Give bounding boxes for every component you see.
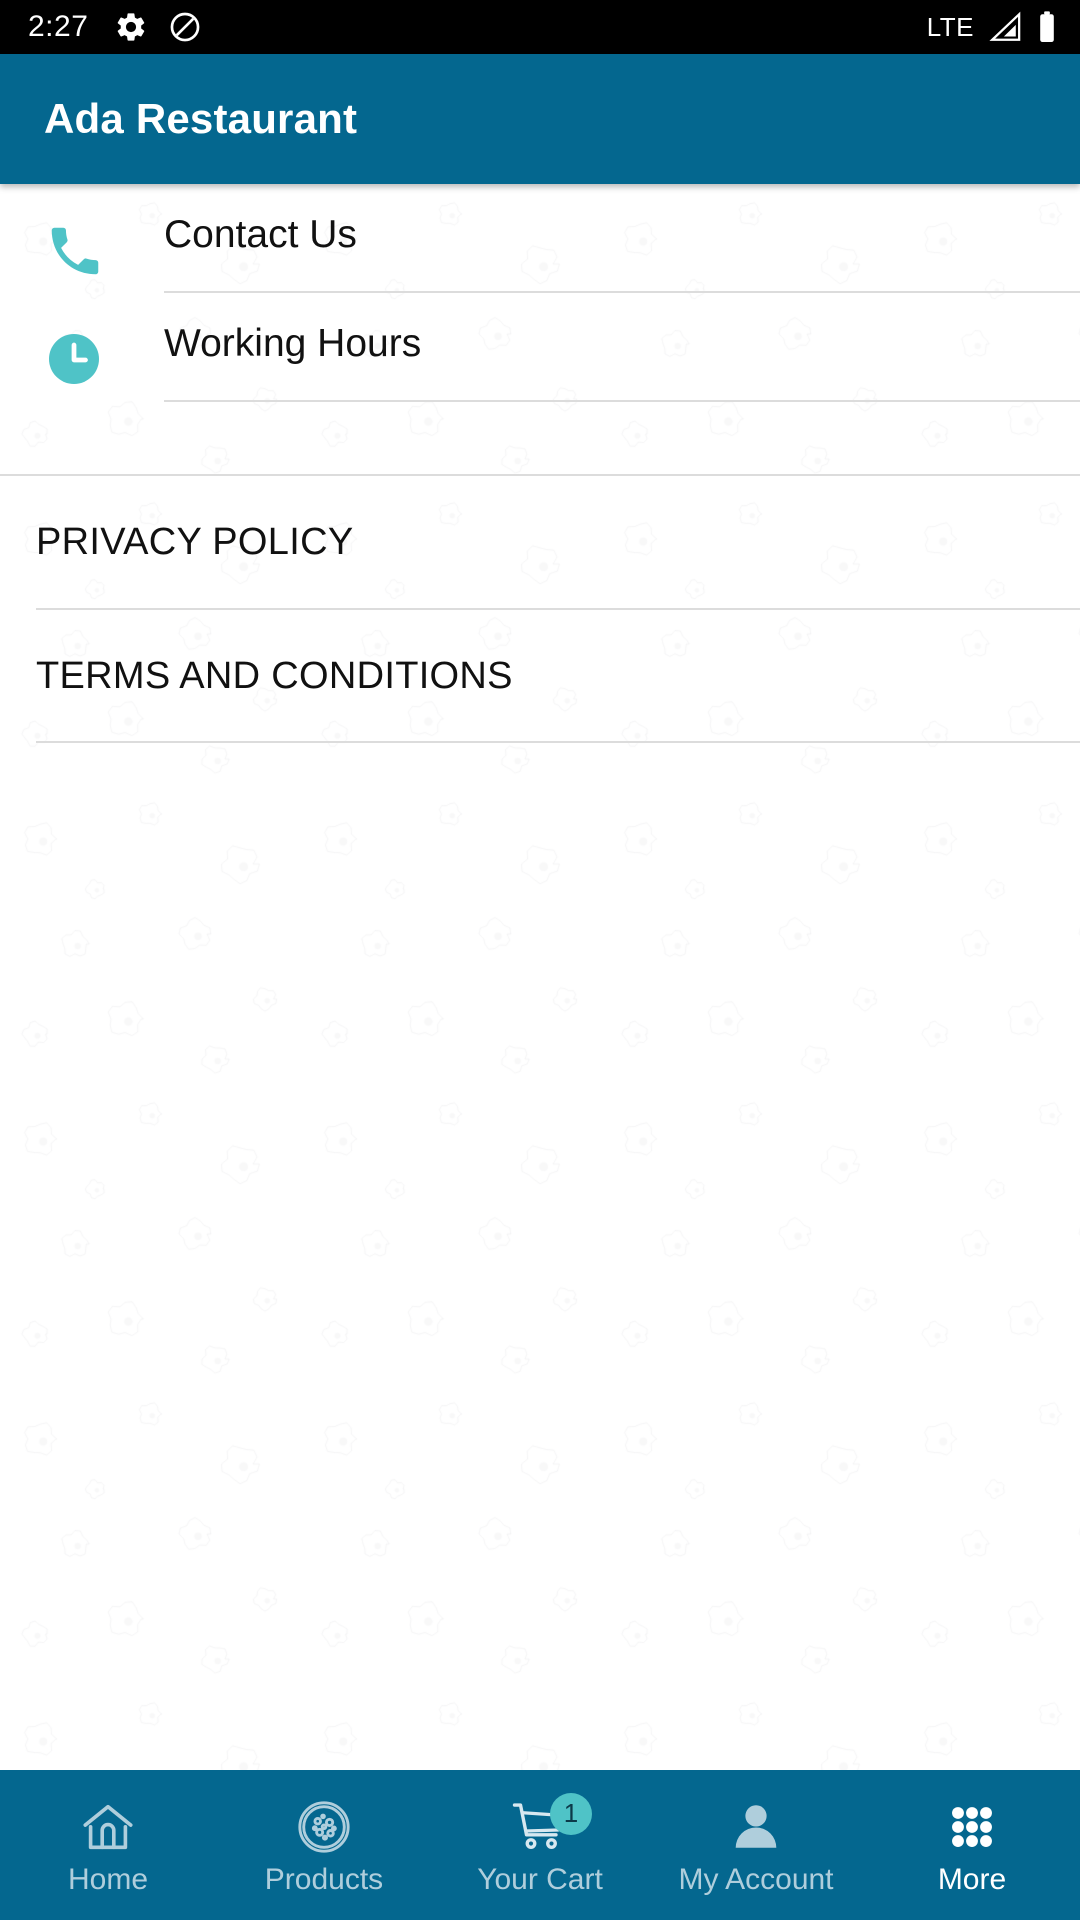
divider [164, 399, 1080, 402]
status-bar-clock: 2:27 [28, 10, 89, 43]
list-item-working-hours-body: Working Hours [164, 293, 1080, 402]
signal-icon [986, 10, 1024, 44]
legal-list: PRIVACY POLICY TERMS AND CONDITIONS [0, 476, 1080, 744]
list-item-label: PRIVACY POLICY [36, 520, 354, 563]
divider [36, 741, 1080, 744]
battery-icon [1036, 10, 1058, 44]
nav-item-home[interactable]: Home [0, 1770, 216, 1920]
page-title: Ada Restaurant [44, 95, 358, 142]
list-item-contact-us-body: Contact Us [164, 184, 1080, 293]
cart-icon: 1 [510, 1792, 592, 1859]
list-item-label: Working Hours [164, 321, 422, 365]
grid-dots-icon [943, 1795, 1001, 1859]
nav-item-more[interactable]: More [864, 1770, 1080, 1920]
home-icon [79, 1795, 137, 1859]
nav-item-label: Your Cart [477, 1862, 603, 1896]
list-item-contact-us[interactable]: Contact Us [0, 184, 1080, 293]
list-item-label: TERMS AND CONDITIONS [36, 654, 513, 697]
list-item-terms-and-conditions[interactable]: TERMS AND CONDITIONS [0, 610, 1080, 744]
nav-item-label: More [937, 1862, 1007, 1896]
status-bar-right-icons: LTE [927, 10, 1058, 44]
status-bar-left-icons [114, 10, 202, 44]
main-content: Contact Us Working Hours PRIVACY POLICY … [0, 184, 1080, 1770]
nav-item-your-cart[interactable]: 1 Your Cart [432, 1770, 648, 1920]
clock-icon [44, 293, 164, 389]
app-bar: Ada Restaurant [0, 54, 1080, 184]
list-item-label: Contact Us [164, 213, 357, 256]
cart-badge-count: 1 [550, 1792, 592, 1835]
nav-item-label: Products [264, 1862, 384, 1896]
app-screen: 2:27 LTE Ada Restaurant Contact Us Worki… [0, 0, 1080, 1920]
nav-item-label: Home [67, 1862, 149, 1896]
network-type-label: LTE [926, 12, 974, 42]
pizza-icon [295, 1795, 353, 1859]
nav-item-label: My Account [678, 1862, 834, 1896]
list-item-working-hours[interactable]: Working Hours [0, 293, 1080, 402]
status-bar: 2:27 LTE [0, 0, 1080, 54]
gear-icon [114, 10, 148, 44]
phone-icon [44, 184, 164, 282]
info-list: Contact Us Working Hours [0, 184, 1080, 476]
nav-item-products[interactable]: Products [216, 1770, 432, 1920]
bottom-navigation-bar: Home Products 1 Your Cart My Account Mor… [0, 1770, 1080, 1920]
list-item-privacy-policy[interactable]: PRIVACY POLICY [0, 476, 1080, 610]
person-icon [727, 1795, 785, 1859]
nav-item-my-account[interactable]: My Account [648, 1770, 864, 1920]
do-not-disturb-icon [168, 10, 202, 44]
